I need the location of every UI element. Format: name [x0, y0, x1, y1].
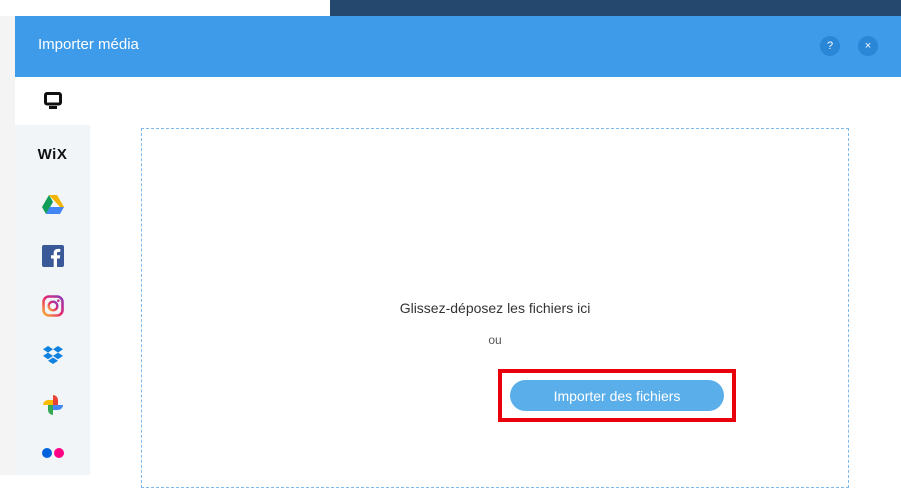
help-button[interactable]: ?: [820, 36, 840, 56]
monitor-icon: [43, 92, 62, 109]
background-page-bar: [330, 0, 901, 16]
sidebar-item-dropbox[interactable]: [15, 332, 90, 380]
or-separator: ou: [488, 333, 502, 347]
background-page-left: [0, 16, 15, 475]
dialog-title: Importer média: [38, 36, 139, 53]
sidebar-item-google-photos[interactable]: [15, 381, 90, 429]
sidebar-item-google-drive[interactable]: [15, 180, 90, 228]
file-drop-zone[interactable]: Glissez-déposez les fichiers ici ou Impo…: [141, 128, 849, 488]
highlight-box: Importer des fichiers: [498, 369, 736, 422]
sidebar-item-facebook[interactable]: [15, 232, 90, 280]
sidebar-item-wix[interactable]: WiX: [15, 130, 90, 178]
drop-instruction: Glissez-déposez les fichiers ici: [399, 300, 591, 316]
import-files-button[interactable]: Importer des fichiers: [510, 380, 724, 411]
close-button[interactable]: ×: [858, 36, 878, 56]
instagram-icon: [41, 295, 64, 317]
google-drive-icon: [41, 194, 64, 214]
facebook-icon: [41, 245, 64, 267]
flickr-icon: [41, 448, 64, 458]
import-media-dialog: Importer média ? × WiX Glissez-déposez l…: [15, 16, 901, 488]
google-photos-icon: [42, 395, 63, 415]
source-sidebar: WiX: [15, 77, 90, 475]
wix-icon: WiX: [37, 145, 68, 163]
dialog-header: Importer média ? ×: [15, 16, 901, 77]
sidebar-item-instagram[interactable]: [15, 282, 90, 330]
sidebar-item-computer[interactable]: [15, 77, 90, 125]
dropbox-icon: [42, 346, 63, 364]
sidebar-item-flickr[interactable]: [15, 429, 90, 477]
